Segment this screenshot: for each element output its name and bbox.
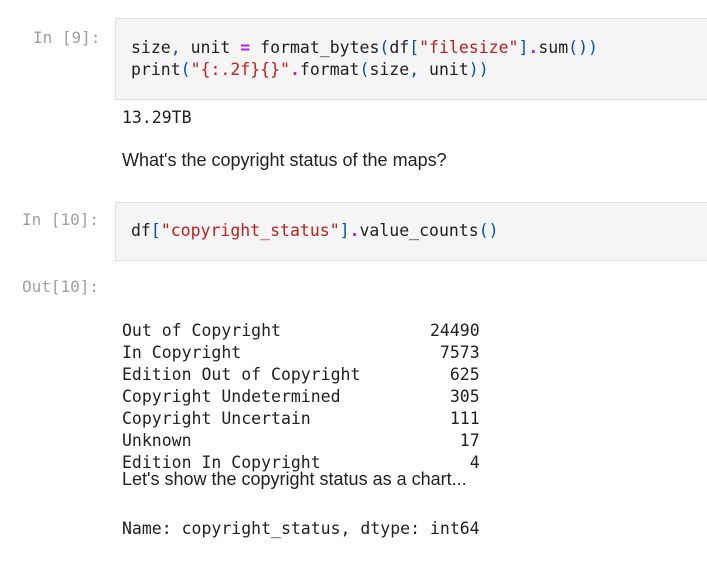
code-token: size: [131, 38, 171, 57]
value-count-padding: [311, 409, 450, 428]
code-token: print: [131, 60, 181, 79]
value-count-label: Copyright Uncertain: [122, 409, 311, 428]
cell-10-code-editor[interactable]: df["copyright_status"].value_counts(): [115, 202, 707, 261]
code-token: )): [468, 60, 489, 79]
code-token: ,: [170, 38, 181, 57]
cell-10-input-prompt: In [10]:: [22, 210, 100, 229]
code-token: [: [409, 38, 420, 57]
value-count-number: 625: [449, 365, 480, 384]
value-count-row: Unknown 17: [122, 430, 480, 452]
cell-10-output: Out of Copyright 24490 In Copyright 7573 E…: [122, 276, 480, 562]
value-counts-table: Out of Copyright 24490 In Copyright 7573 E…: [122, 320, 480, 474]
markdown-question: What's the copyright status of the maps?: [122, 150, 447, 170]
code-token: (): [478, 221, 499, 240]
code-token: unit: [180, 38, 241, 57]
code-token: .: [289, 60, 300, 79]
cell-10-code: df["copyright_status"].value_counts(): [131, 220, 499, 242]
cell-10-output-prompt: Out[10]:: [22, 277, 100, 296]
code-token: unit: [419, 60, 469, 79]
code-token: ]: [518, 38, 529, 57]
value-count-padding: [192, 431, 460, 450]
code-token: ()): [568, 38, 598, 57]
value-count-padding: [360, 365, 449, 384]
value-count-label: Unknown: [122, 431, 192, 450]
value-count-number: 4: [469, 453, 480, 472]
cell-9-code: size, unit = format_bytes(df["filesize"]…: [131, 37, 598, 81]
value-count-number: 111: [449, 409, 480, 428]
value-count-number: 7573: [439, 343, 480, 362]
value-count-row: Copyright Uncertain 111: [122, 408, 480, 430]
code-token: df: [389, 38, 410, 57]
cell-9-output: 13.29TB: [122, 108, 192, 127]
value-count-row: Copyright Undetermined 305: [122, 386, 480, 408]
code-token: "{:.2f}{}": [190, 60, 290, 79]
value-count-row: Edition Out of Copyright 625: [122, 364, 480, 386]
cell-9-input-prompt: In [9]:: [33, 28, 101, 47]
series-footer: Name: copyright_status, dtype: int64: [122, 519, 480, 538]
code-token: "filesize": [419, 38, 519, 57]
value-count-row: Out of Copyright 24490: [122, 320, 480, 342]
code-token: (: [359, 60, 370, 79]
code-token: "copyright_status": [160, 221, 340, 240]
code-token: sum: [538, 38, 569, 57]
value-count-number: 17: [459, 431, 480, 450]
value-count-number: 305: [449, 387, 480, 406]
code-token: .: [349, 221, 360, 240]
value-count-label: Out of Copyright: [122, 321, 281, 340]
value-count-padding: [281, 321, 430, 340]
code-token: [: [150, 221, 161, 240]
cell-9-code-editor[interactable]: size, unit = format_bytes(df["filesize"]…: [115, 18, 707, 100]
value-count-label: In Copyright: [122, 343, 242, 362]
value-count-label: Copyright Undetermined: [122, 387, 341, 406]
code-token: value_counts: [359, 221, 479, 240]
value-count-padding: [341, 387, 450, 406]
code-token: ]: [339, 221, 350, 240]
value-count-row: In Copyright 7573: [122, 342, 480, 364]
value-count-padding: [241, 343, 440, 362]
code-token: format_bytes: [250, 38, 380, 57]
value-count-number: 24490: [429, 321, 480, 340]
code-token: (: [180, 60, 191, 79]
code-token: ,: [409, 60, 420, 79]
value-count-label: Edition Out of Copyright: [122, 365, 361, 384]
markdown-chart-intro: Let's show the copyright status as a cha…: [122, 469, 467, 489]
code-token: size: [369, 60, 410, 79]
code-token: .: [528, 38, 539, 57]
code-token: format: [299, 60, 360, 79]
code-token: =: [240, 38, 251, 57]
code-token: df: [131, 221, 151, 240]
code-token: (: [379, 38, 390, 57]
